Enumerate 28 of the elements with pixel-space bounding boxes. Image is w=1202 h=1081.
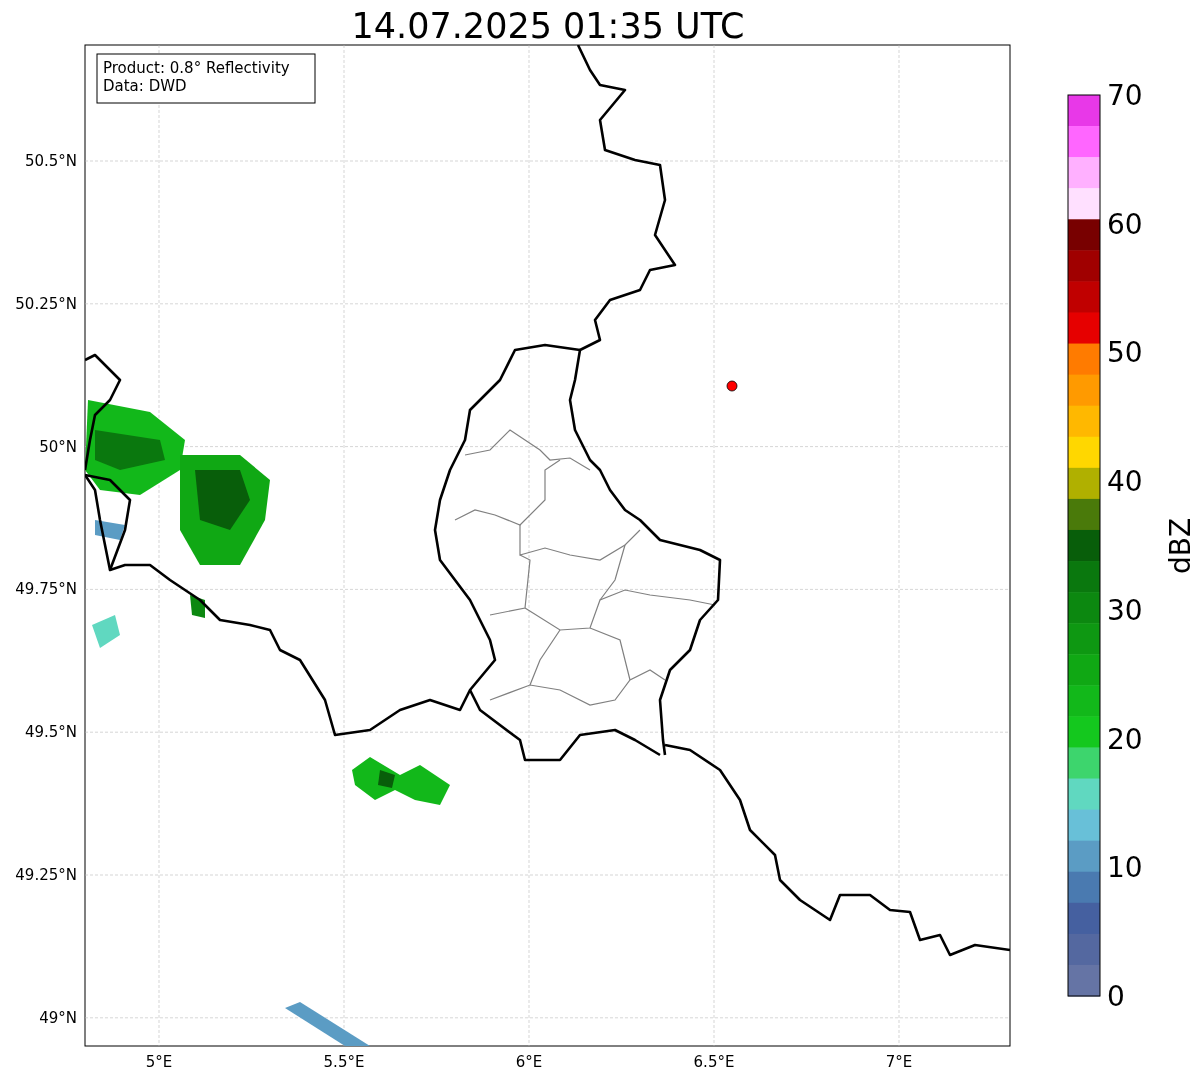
chart-title: 14.07.2025 01:35 UTC (351, 6, 745, 46)
colorbar-tick-label: 50 (1107, 336, 1143, 370)
colorbar-tick-label: 60 (1107, 207, 1143, 241)
info-text: Data: DWD (103, 77, 187, 95)
colorbar-tick-label: 20 (1107, 722, 1143, 756)
colorbar-tick-label: 10 (1107, 851, 1143, 885)
axis-tick-label: 50.5°N (24, 152, 77, 170)
colorbar-tick-label: 40 (1107, 465, 1143, 499)
colorbar-tick-label: 30 (1107, 593, 1143, 627)
axis-tick-label: 49°N (39, 1008, 77, 1027)
axis-tick-label: 49.75°N (15, 580, 77, 599)
colorbar-tick-label: 70 (1107, 79, 1143, 112)
axis-tick-label: 5°E (145, 1053, 173, 1071)
axis-tick-label: 50°N (39, 437, 77, 456)
radar-echo (95, 520, 125, 540)
axis-tick-label: 7°E (885, 1053, 913, 1071)
axis-tick-label: 6°E (515, 1053, 543, 1071)
info-text: Product: 0.8° Reflectivity (103, 59, 290, 77)
axis-tick-label: 49.25°N (15, 866, 77, 884)
colorbar-tick-label: 0 (1107, 980, 1125, 1013)
radar-echo (92, 615, 120, 648)
colorbar-label: dBZ (1164, 517, 1197, 575)
axis-tick-label: 49.5°N (24, 723, 77, 742)
radar-site-marker (726, 380, 738, 392)
axis-tick-label: 50.25°N (15, 294, 77, 313)
axis-tick-label: 5.5°E (323, 1053, 365, 1071)
axis-tick-label: 6.5°E (693, 1053, 735, 1071)
radar-echo (190, 595, 205, 618)
